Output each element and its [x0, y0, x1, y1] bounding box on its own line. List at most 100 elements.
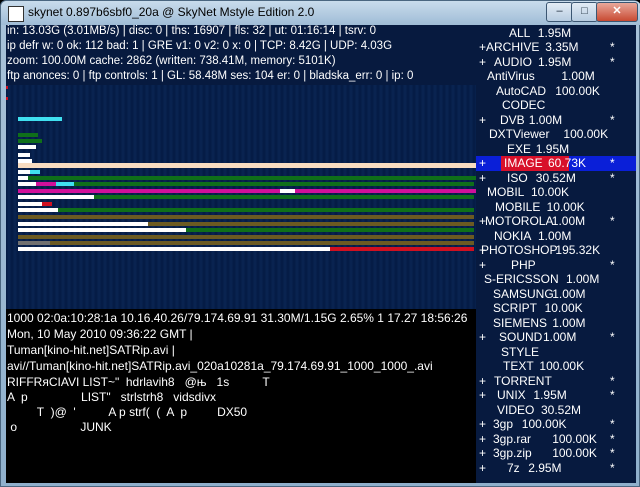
payload-line: A p LIST" strlstrh8 vidsdivx: [7, 390, 216, 404]
category-item[interactable]: SAMSUNG 1.00M: [476, 287, 636, 302]
file-name: Tuman[kino-hit.net]SATRip.avi |: [7, 343, 175, 357]
expand-marker[interactable]: +: [479, 171, 486, 186]
category-item[interactable]: AntiVirus 1.00M: [476, 69, 636, 84]
category-item[interactable]: SIEMENS 1.00M: [476, 316, 636, 331]
star-marker: *: [610, 446, 615, 460]
session-bar: [18, 117, 62, 121]
session-info: 1000 02:0a:10:28:1a 10.16.40.26/79.174.6…: [6, 309, 476, 375]
category-item[interactable]: MOBIL 10.00K: [476, 185, 636, 200]
close-button[interactable]: ✕: [596, 2, 638, 22]
category-item[interactable]: +3gp 100.00K *: [476, 417, 636, 432]
category-label: MOBIL: [487, 185, 525, 199]
category-item[interactable]: + IMAGE 60.73K *: [476, 156, 636, 171]
expand-marker[interactable]: +: [479, 113, 486, 128]
category-item[interactable]: +3gp.zip 100.00K *: [476, 446, 636, 461]
star-marker: *: [610, 170, 615, 185]
category-size: 30.52M: [535, 170, 576, 185]
stat-line-cache: zoom: 100.00M cache: 2862 (written: 738.…: [7, 55, 336, 67]
category-label: 3gp: [493, 417, 514, 431]
category-label: DXTViewer: [489, 127, 550, 141]
category-label: AutoCAD: [496, 83, 547, 98]
category-label: NOKIA: [494, 228, 532, 243]
category-size: 10.00K: [546, 199, 585, 214]
category-label: ARCHIVE: [486, 40, 540, 54]
category-item[interactable]: S-ERICSSON 1.00M: [476, 272, 636, 287]
category-label: STYLE: [501, 344, 540, 359]
category-item[interactable]: DXTViewer 100.00K: [476, 127, 636, 142]
category-item[interactable]: +7z 2.95M *: [476, 461, 636, 476]
category-label: IMAGE: [504, 156, 543, 170]
category-list[interactable]: ALL 1.95M + ARCHIVE 3.35M * + AUDIO 1.95M * AntiVi…: [476, 25, 636, 483]
category-item[interactable]: CODEC: [476, 98, 636, 113]
category-item[interactable]: + TORRENT *: [476, 374, 636, 389]
category-item[interactable]: MOBILE 10.00K: [476, 200, 636, 215]
session-bar: [18, 133, 38, 137]
session-bar: [186, 228, 474, 232]
category-size: 1.95M: [533, 388, 567, 402]
star-marker: *: [610, 417, 615, 431]
category-size: 1.00M: [543, 330, 577, 344]
category-size: 10.00K: [531, 185, 570, 199]
category-size: 1.00M: [551, 214, 586, 228]
category-size: 100.00K: [521, 417, 567, 431]
category-item[interactable]: TEXT 100.00K: [476, 359, 636, 374]
session-bar: [18, 176, 476, 180]
category-item[interactable]: + UNIX 1.95M *: [476, 388, 636, 403]
star-marker: *: [610, 388, 615, 402]
expand-marker[interactable]: +: [479, 417, 486, 432]
category-size: 1.00M: [561, 69, 595, 83]
expand-marker[interactable]: +: [479, 40, 486, 55]
category-item[interactable]: + PHOTOSHOP 195.32K: [476, 243, 636, 258]
category-size: 1.00M: [566, 272, 600, 286]
category-label: SOUND: [499, 330, 543, 344]
session-bar: [18, 139, 42, 143]
category-item[interactable]: + DVB 1.00M *: [476, 113, 636, 128]
minimize-button[interactable]: –: [546, 2, 573, 22]
expand-marker[interactable]: +: [479, 156, 486, 171]
expand-marker[interactable]: +: [479, 374, 486, 389]
category-item[interactable]: STYLE: [476, 345, 636, 360]
session-bar: [18, 222, 148, 226]
category-item[interactable]: +3gp.rar 100.00K *: [476, 432, 636, 447]
session-bar: [330, 247, 420, 251]
category-item[interactable]: + PHP *: [476, 258, 636, 273]
category-item[interactable]: VIDEO 30.52M: [476, 403, 636, 418]
category-item[interactable]: + MOTOROLA 1.00M *: [476, 214, 636, 229]
category-size: 100.00K: [555, 83, 600, 98]
expand-marker[interactable]: +: [479, 432, 486, 447]
expand-marker[interactable]: +: [479, 461, 486, 476]
category-item[interactable]: + SOUND 1.00M *: [476, 330, 636, 345]
category-item[interactable]: ALL 1.95M: [476, 26, 636, 41]
expand-marker[interactable]: +: [479, 330, 486, 345]
category-label: PHOTOSHOP: [481, 243, 558, 257]
session-bar: [280, 189, 295, 193]
category-item[interactable]: AutoCAD 100.00K: [476, 84, 636, 99]
category-size: 100.00K: [539, 359, 585, 373]
category-size: 30.52M: [541, 402, 582, 417]
expand-marker[interactable]: +: [479, 446, 486, 461]
expand-marker[interactable]: +: [479, 55, 486, 70]
session-bar: [18, 163, 476, 168]
stat-line-protocols: ip defr w: 0 ok: 112 bad: 1 | GRE v1: 0 …: [7, 40, 393, 52]
star-marker: *: [610, 156, 615, 170]
category-item[interactable]: + ISO 30.52M *: [476, 171, 636, 186]
expand-marker[interactable]: +: [479, 258, 486, 273]
session-bar: [18, 228, 186, 232]
star-marker: *: [610, 54, 615, 69]
category-item[interactable]: SCRIPT 10.00K: [476, 301, 636, 316]
client-area: in: 13.03G (3.01MB/s) | disc: 0 | ths: 1…: [6, 25, 636, 483]
session-bar: [18, 189, 280, 193]
star-marker: *: [610, 330, 615, 344]
title-bar[interactable]: skynet 0.897b6sbf0_20a @ SkyNet Mstyle E…: [1, 1, 640, 25]
category-item[interactable]: + ARCHIVE 3.35M *: [476, 40, 636, 55]
expand-marker[interactable]: +: [479, 388, 486, 403]
category-item[interactable]: + AUDIO 1.95M *: [476, 55, 636, 70]
session-bar: [36, 182, 56, 186]
category-item[interactable]: NOKIA 1.00M: [476, 229, 636, 244]
maximize-button[interactable]: □: [571, 2, 598, 22]
category-label: UNIX: [497, 388, 526, 402]
category-label: TEXT: [503, 359, 534, 373]
session-bar: [42, 202, 52, 206]
session-summary: 1000 02:0a:10:28:1a 10.16.40.26/79.174.6…: [7, 311, 468, 325]
category-item[interactable]: EXE 1.95M: [476, 142, 636, 157]
